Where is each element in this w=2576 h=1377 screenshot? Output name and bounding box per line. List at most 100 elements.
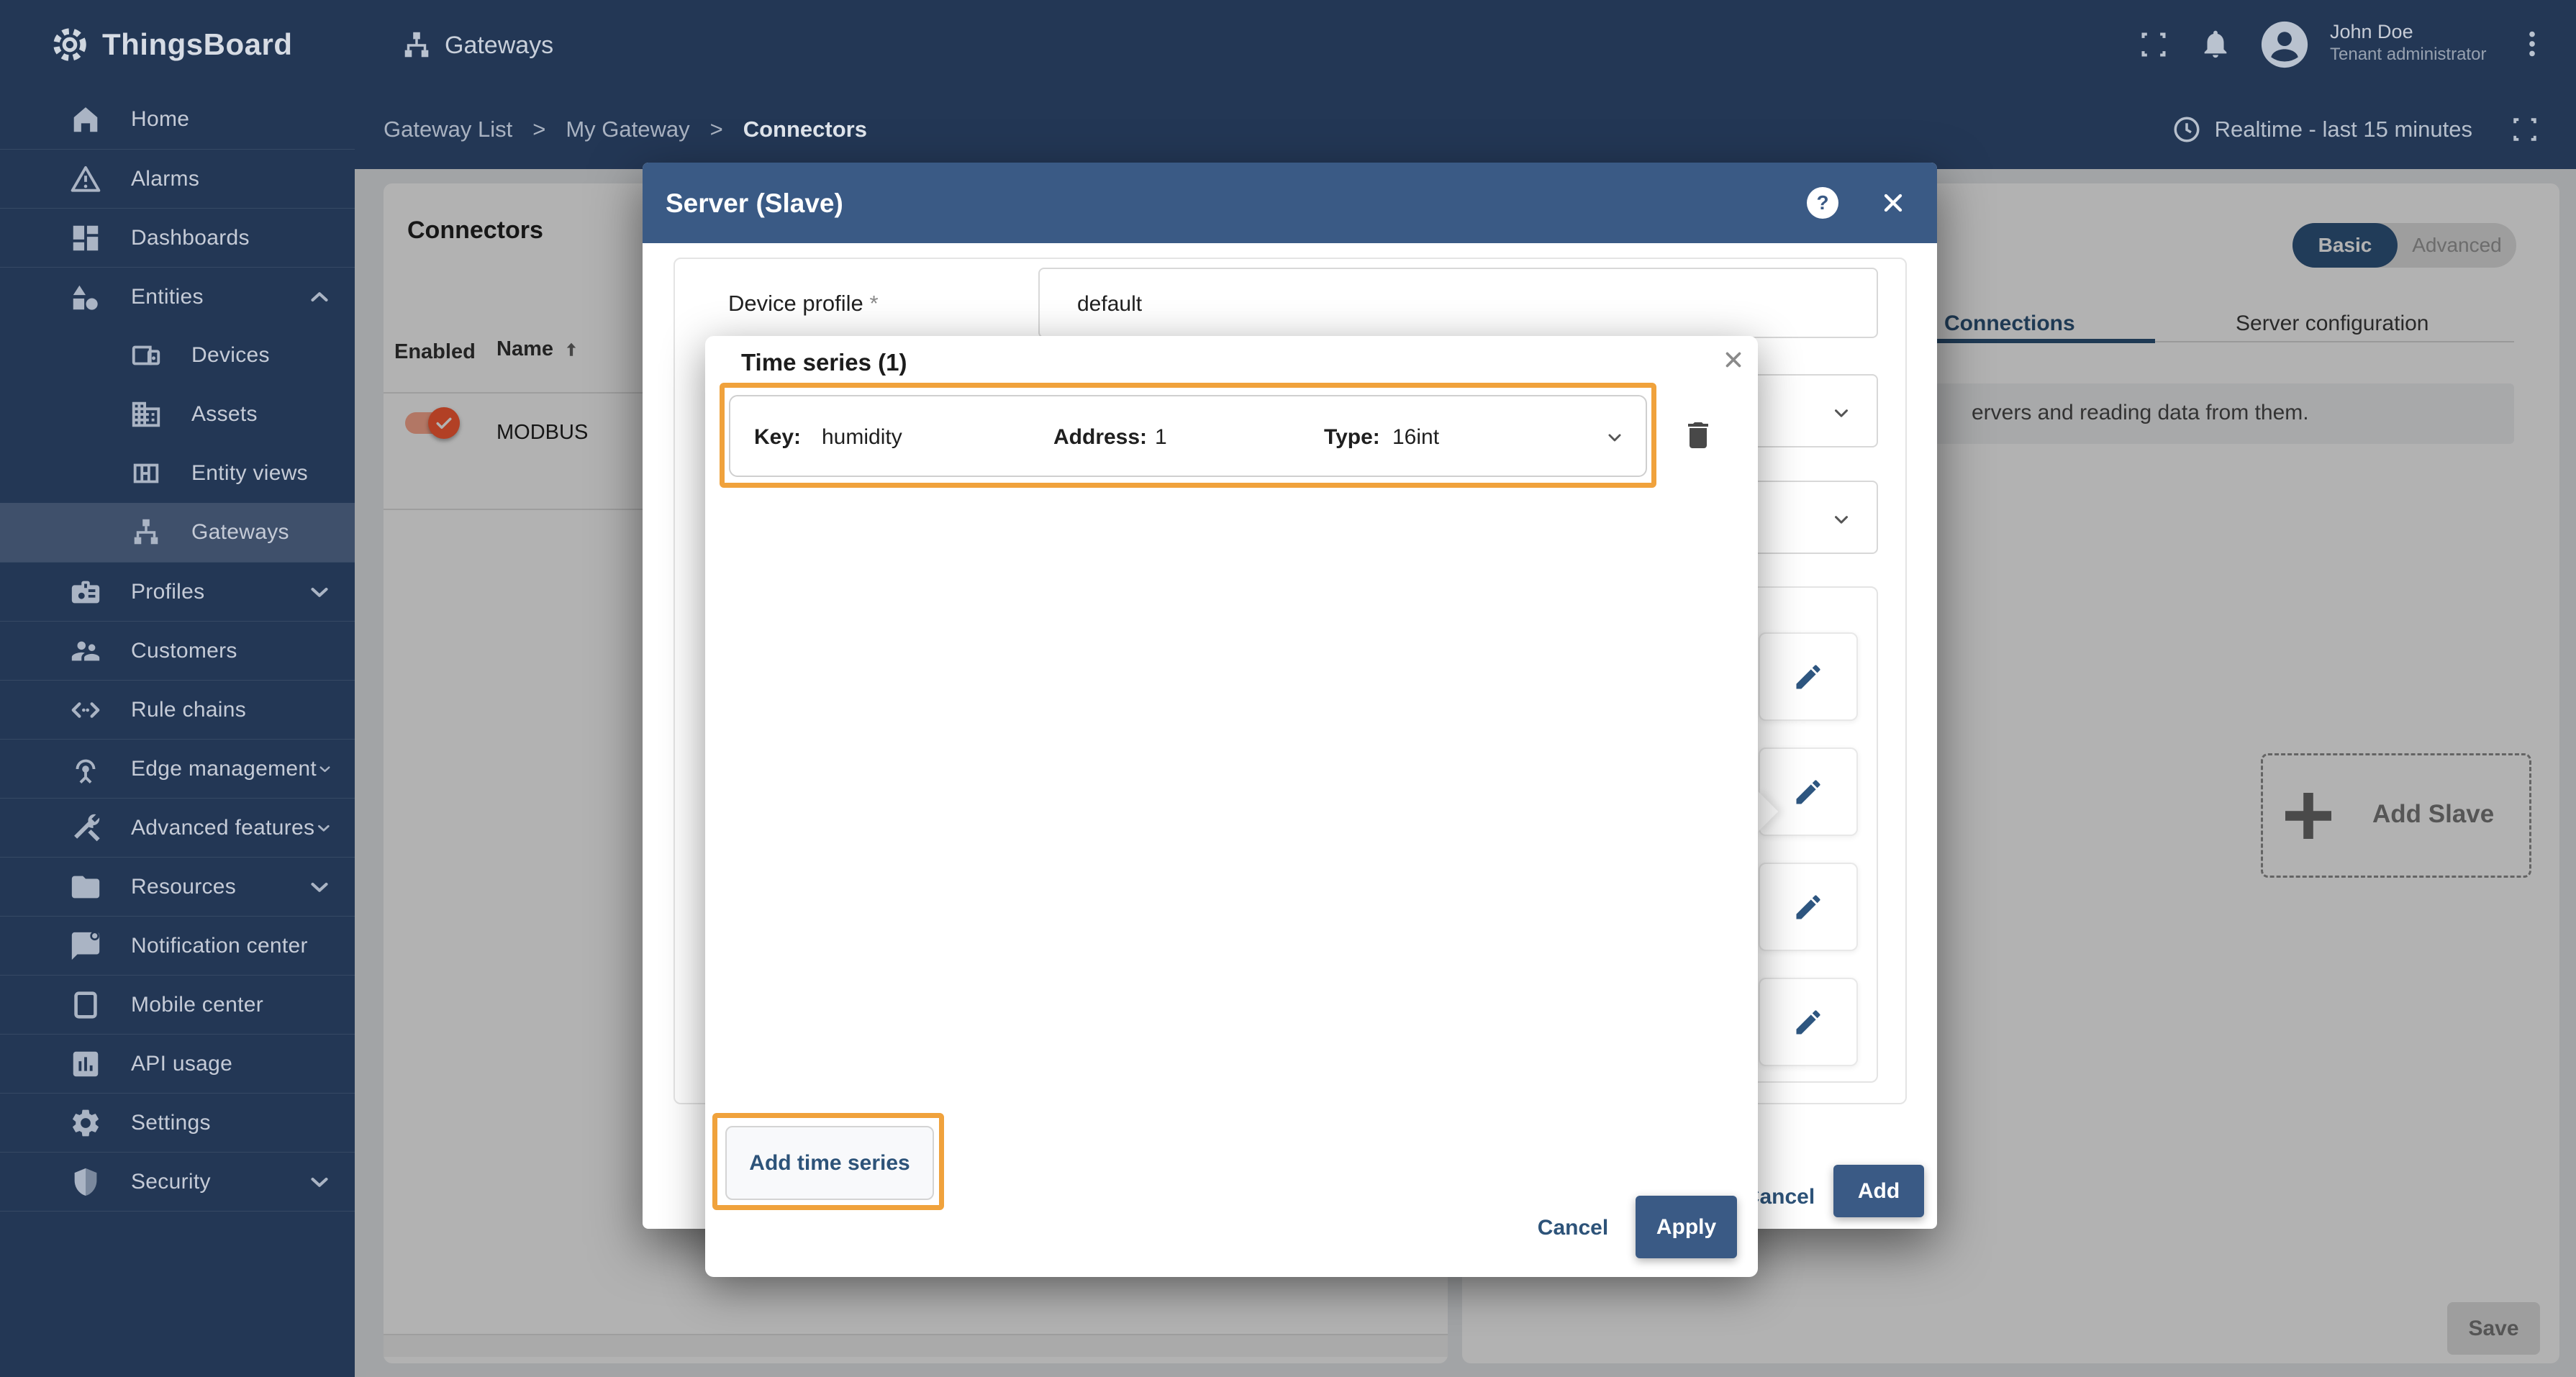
dashboard-fullscreen-icon[interactable] <box>2510 114 2540 145</box>
profiles-icon <box>69 576 102 609</box>
sidebar-item-label: Edge management <box>131 756 317 781</box>
sidebar-item-label: Devices <box>191 343 270 367</box>
sidebar-item-label: Notification center <box>131 933 308 958</box>
sidebar-item-label: Gateways <box>191 520 289 544</box>
timewindow-button[interactable]: Realtime - last 15 minutes <box>2172 114 2472 145</box>
avatar[interactable] <box>2259 19 2310 70</box>
sidebar-item-label: Entity views <box>191 461 308 485</box>
alarm-icon <box>69 163 102 196</box>
user-info[interactable]: John Doe Tenant administrator <box>2330 19 2486 65</box>
customers-icon <box>69 635 102 668</box>
entityview-icon <box>130 457 163 490</box>
help-icon[interactable]: ? <box>1807 187 1838 219</box>
chevron-down-icon <box>306 873 333 901</box>
popover-close-icon[interactable] <box>1721 347 1746 372</box>
page-title: Gateways <box>445 32 554 59</box>
api-icon <box>69 1047 102 1081</box>
sidebar-item-advanced-features[interactable]: Advanced features <box>0 798 355 857</box>
pencil-icon <box>1792 776 1824 808</box>
breadcrumb: Gateway List > My Gateway > Connectors <box>384 117 867 142</box>
sidebar-item-label: Rule chains <box>131 697 247 722</box>
sidebar-item-entity-views[interactable]: Entity views <box>0 444 355 503</box>
notifications-bell-icon[interactable] <box>2199 27 2232 60</box>
dialog-header: Server (Slave) ? <box>643 163 1937 243</box>
sidebar-item-settings[interactable]: Settings <box>0 1093 355 1152</box>
breadcrumb-gateway-list[interactable]: Gateway List <box>384 117 512 142</box>
notification-icon <box>69 930 102 963</box>
fullscreen-icon[interactable] <box>2138 29 2169 60</box>
sidebar-item-security[interactable]: Security <box>0 1152 355 1211</box>
dialog-add-button[interactable]: Add <box>1833 1165 1924 1217</box>
add-time-series-button[interactable]: Add time series <box>725 1126 934 1200</box>
popover-apply-button[interactable]: Apply <box>1636 1196 1737 1258</box>
sidebar-item-label: Resources <box>131 874 237 899</box>
sidebar-item-entities[interactable]: Entities <box>0 267 355 326</box>
key-value: humidity <box>822 425 902 449</box>
sidebar-item-label: Assets <box>191 402 258 426</box>
chevron-down-icon <box>314 814 333 842</box>
asset-icon <box>130 398 163 431</box>
time-series-row[interactable]: Key: humidity Address: 1 Type: 16int <box>729 395 1647 477</box>
chevron-up-icon <box>306 283 333 311</box>
pencil-icon <box>1792 661 1824 693</box>
device-profile-label: Device profile * <box>728 291 879 316</box>
mobile-icon <box>69 989 102 1022</box>
sidebar-item-label: Dashboards <box>131 225 250 250</box>
edge-icon <box>69 753 102 786</box>
sidebar-item-label: Home <box>131 107 190 131</box>
key-label: Key: <box>754 425 802 449</box>
sitemap-icon <box>130 516 163 549</box>
sidebar-item-notification-center[interactable]: Notification center <box>0 916 355 975</box>
app-logo-text: ThingsBoard <box>102 27 293 61</box>
sidebar-item-gateways[interactable]: Gateways <box>0 503 355 562</box>
app-root: ThingsBoard Gateways John Doe Tenant adm… <box>0 0 2576 1377</box>
chevron-down-icon <box>317 755 333 783</box>
sidebar-item-label: Security <box>131 1169 211 1194</box>
device-profile-input[interactable]: default <box>1038 268 1878 338</box>
device-profile-value: default <box>1077 292 1143 316</box>
sidebar-nav: Home Alarms Dashboards Entities Devices Asset… <box>0 90 355 1377</box>
sidebar-item-label: Settings <box>131 1110 211 1135</box>
sidebar-item-rule-chains[interactable]: Rule chains <box>0 680 355 739</box>
sidebar-item-home[interactable]: Home <box>0 90 355 149</box>
breadcrumb-my-gateway[interactable]: My Gateway <box>566 117 689 142</box>
edit-attributes-updates-button[interactable] <box>1759 863 1858 951</box>
sidebar-item-label: Profiles <box>131 579 205 604</box>
sidebar-item-devices[interactable]: Devices <box>0 326 355 385</box>
sidebar-item-assets[interactable]: Assets <box>0 385 355 444</box>
more-menu-icon[interactable] <box>2516 27 2549 60</box>
type-value: 16int <box>1392 425 1440 449</box>
sidebar-item-alarms[interactable]: Alarms <box>0 149 355 208</box>
sidebar-item-profiles[interactable]: Profiles <box>0 562 355 621</box>
edit-rpc-requests-button[interactable] <box>1759 978 1858 1066</box>
sidebar-item-label: Advanced features <box>131 815 315 840</box>
user-name: John Doe <box>2330 21 2413 42</box>
sidebar-item-customers[interactable]: Customers <box>0 621 355 680</box>
chevron-down-icon <box>306 1168 333 1196</box>
sidebar-item-dashboards[interactable]: Dashboards <box>0 208 355 267</box>
chevron-down-icon <box>1602 425 1627 450</box>
delete-row-icon[interactable] <box>1681 418 1715 453</box>
dialog-title: Server (Slave) <box>666 188 843 218</box>
pencil-icon <box>1792 891 1824 923</box>
sidebar-item-resources[interactable]: Resources <box>0 857 355 916</box>
popover-cancel-button[interactable]: Cancel <box>1530 1206 1616 1250</box>
address-label: Address: <box>1053 425 1148 449</box>
sidebar-item-api-usage[interactable]: API usage <box>0 1034 355 1093</box>
sidebar-item-label: Customers <box>131 638 237 663</box>
dialog-close-icon[interactable] <box>1879 188 1908 217</box>
security-icon <box>69 1165 102 1199</box>
type-label: Type: <box>1324 425 1380 449</box>
timewindow-label: Realtime - last 15 minutes <box>2214 117 2472 142</box>
sidebar-item-edge-management[interactable]: Edge management <box>0 739 355 798</box>
sidebar-item-mobile-center[interactable]: Mobile center <box>0 975 355 1034</box>
pencil-icon <box>1792 1006 1824 1038</box>
top-navbar: ThingsBoard Gateways John Doe Tenant adm… <box>0 0 2576 90</box>
edit-timeseries-button[interactable] <box>1759 747 1858 836</box>
edit-attributes-button[interactable] <box>1759 632 1858 721</box>
sidebar-item-label: Entities <box>131 284 204 309</box>
thingsboard-logo-icon <box>47 22 92 67</box>
chevron-down-icon <box>306 578 333 606</box>
gateways-page-icon <box>400 29 433 62</box>
popover-title: Time series (1) <box>741 349 907 376</box>
